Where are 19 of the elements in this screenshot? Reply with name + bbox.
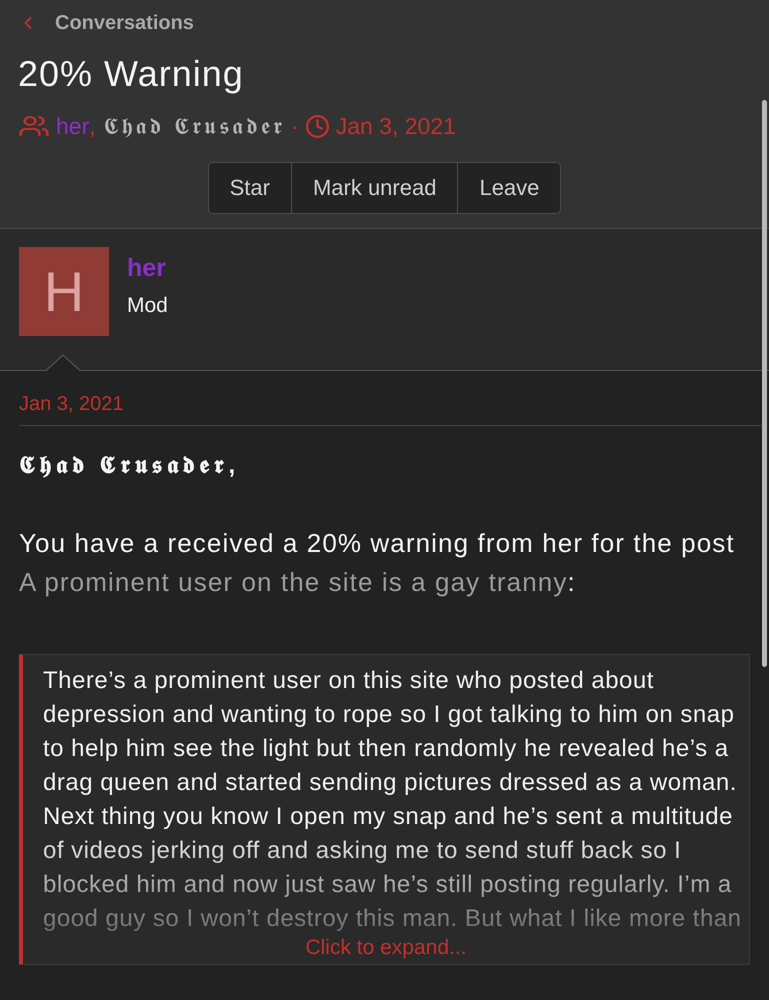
action-button[interactable]: Star — [208, 163, 291, 213]
dot-separator: · — [291, 112, 299, 140]
participant-link[interactable]: 𝕮𝖍𝖆𝖉 𝕮𝖗𝖚𝖘𝖆𝖉𝖊𝖗 — [104, 112, 286, 140]
quote-text: There’s a prominent user on this site who posted about depression and wanting to rope so I got talking to him on snap to help him see the light but then randomly he revealed he’s a drag queen and started sending pictures dressed as a woman. Next thing you know I open my snap and he’s sent a multitude of videos jerking off and asking me to send stuff back so I blocked him and now just saw he’s still posting regularly. I’m a good guy so I won’t destroy this man. But what I like more than — [43, 666, 743, 934]
name-separator: , — [89, 112, 96, 140]
conversation-title: 20% Warning — [18, 54, 245, 94]
clock-icon — [304, 114, 330, 138]
message-text: You have a received a 20% warning from her for the post A prominent user on the site is a gay tranny: — [19, 527, 736, 599]
author-title: Mod — [127, 294, 168, 318]
conversation-date: Jan 3, 2021 — [336, 112, 456, 140]
post-link[interactable]: A prominent user on the site is a gay tranny — [19, 567, 568, 597]
avatar[interactable]: H — [19, 247, 109, 336]
action-button[interactable]: Mark unread — [290, 163, 458, 213]
greeting-text: 𝕮𝖍𝖆𝖉 𝕮𝖗𝖚𝖘𝖆𝖉𝖊𝖗, — [19, 451, 241, 481]
scrollbar-thumb[interactable] — [762, 100, 767, 667]
action-button[interactable]: Leave — [457, 163, 560, 213]
back-link[interactable]: Conversations — [55, 12, 194, 34]
message-date: Jan 3, 2021 — [19, 392, 125, 416]
users-icon — [18, 114, 50, 138]
